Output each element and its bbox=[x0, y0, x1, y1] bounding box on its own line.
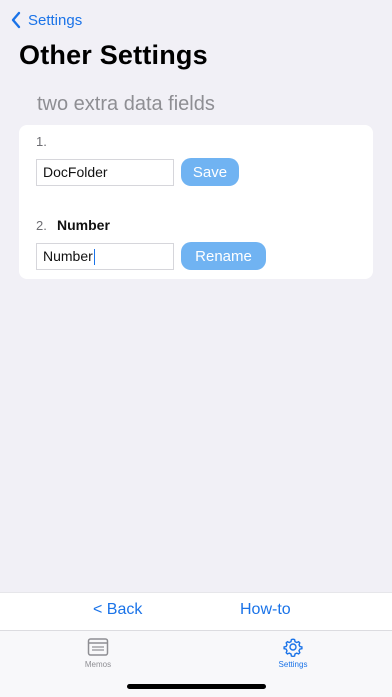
tab-settings-label: Settings bbox=[278, 660, 308, 669]
field-2-name: Number bbox=[57, 217, 110, 233]
field-2-input-value: Number bbox=[43, 248, 93, 264]
bottom-action-bar: < Back How-to bbox=[0, 592, 392, 631]
memo-list-icon bbox=[87, 638, 109, 656]
settings-back-button[interactable]: Settings bbox=[10, 10, 82, 30]
home-indicator bbox=[127, 684, 266, 689]
chevron-left-icon bbox=[11, 11, 21, 29]
section-header: two extra data fields bbox=[37, 93, 215, 115]
field-1-input[interactable]: DocFolder bbox=[36, 159, 174, 186]
tab-memos-label: Memos bbox=[84, 660, 112, 669]
tab-settings[interactable]: Settings bbox=[253, 637, 333, 673]
back-link[interactable]: < Back bbox=[93, 601, 142, 619]
text-cursor bbox=[93, 249, 96, 266]
field-2-number: 2. bbox=[36, 218, 47, 233]
field-2-input[interactable]: Number bbox=[36, 243, 174, 270]
save-button[interactable]: Save bbox=[181, 158, 239, 186]
fields-card: 1. DocFolder Save 2. Number Number Renam… bbox=[19, 125, 373, 279]
howto-link[interactable]: How-to bbox=[240, 601, 291, 619]
field-1-number: 1. bbox=[36, 134, 47, 149]
field-1-input-value: DocFolder bbox=[43, 164, 108, 180]
page-title: Other Settings bbox=[19, 40, 208, 70]
rename-button[interactable]: Rename bbox=[181, 242, 266, 270]
back-label: Settings bbox=[28, 11, 83, 29]
tab-memos[interactable]: Memos bbox=[58, 637, 138, 673]
gear-icon bbox=[283, 638, 303, 657]
